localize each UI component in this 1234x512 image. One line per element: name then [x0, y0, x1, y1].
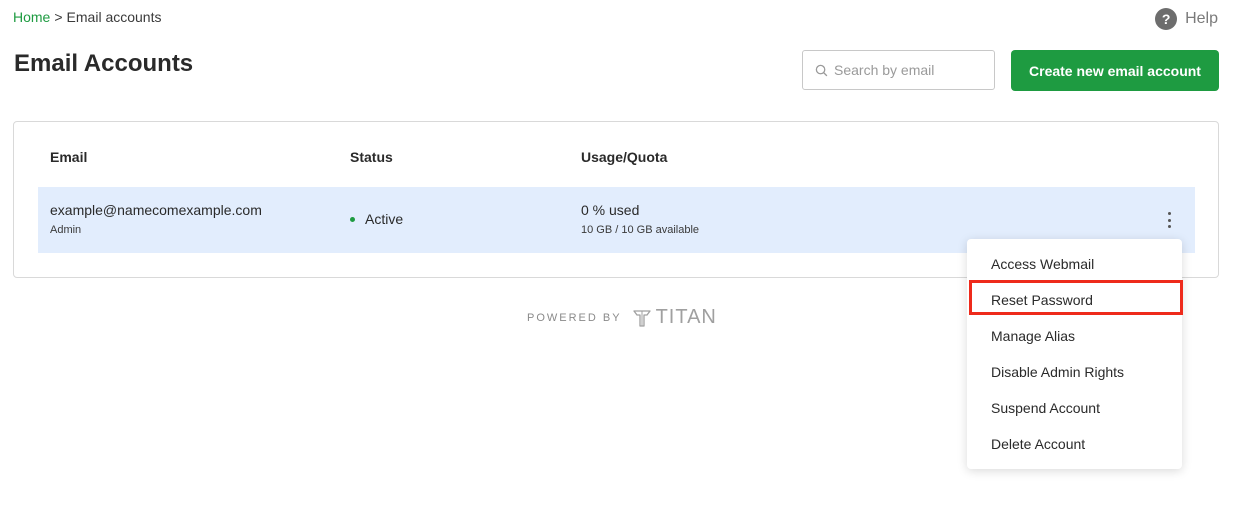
search-input[interactable]	[834, 62, 984, 78]
email-role: Admin	[50, 224, 82, 236]
titan-logo-icon	[632, 309, 651, 327]
status-label: Active	[365, 211, 404, 227]
usage-cell: 0 % used 10 GB / 10 GB available	[581, 202, 699, 236]
menu-item-reset-password[interactable]: Reset Password	[991, 292, 1093, 308]
powered-by-label: POWERED BY	[527, 311, 622, 324]
create-email-account-button[interactable]: Create new email account	[1011, 50, 1219, 91]
powered-by-footer: POWERED BY TITAN	[527, 306, 717, 329]
menu-item-access-webmail[interactable]: Access Webmail	[991, 256, 1094, 272]
column-header-status: Status	[350, 149, 393, 165]
titan-logo: TITAN	[632, 306, 717, 329]
status-dot-icon	[350, 216, 355, 222]
menu-item-delete-account[interactable]: Delete Account	[991, 436, 1085, 452]
breadcrumb-current: Email accounts	[66, 9, 162, 25]
page: Home > Email accounts ? Help Email Account…	[0, 0, 1234, 512]
breadcrumb-separator: >	[54, 9, 63, 25]
menu-item-disable-admin-rights[interactable]: Disable Admin Rights	[991, 364, 1124, 380]
breadcrumb: Home > Email accounts	[13, 9, 161, 25]
menu-item-suspend-account[interactable]: Suspend Account	[991, 400, 1100, 416]
help-icon: ?	[1155, 8, 1178, 30]
search-box[interactable]	[802, 50, 995, 90]
column-header-email: Email	[50, 149, 88, 165]
menu-item-manage-alias[interactable]: Manage Alias	[991, 328, 1075, 344]
usage-quota: 10 GB / 10 GB available	[581, 224, 700, 236]
search-icon	[815, 64, 828, 76]
row-actions-menu: Access Webmail Reset Password Manage Ali…	[967, 239, 1182, 469]
more-options-icon[interactable]	[1162, 209, 1176, 231]
column-header-usage: Usage/Quota	[581, 149, 668, 165]
status-cell: Active	[350, 211, 403, 227]
email-cell: example@namecomexample.com Admin	[50, 202, 262, 236]
help-button[interactable]: ? Help	[1155, 8, 1218, 30]
page-title: Email Accounts	[14, 50, 194, 77]
help-label: Help	[1185, 10, 1218, 27]
email-address: example@namecomexample.com	[50, 202, 262, 218]
breadcrumb-home-link[interactable]: Home	[13, 9, 50, 25]
titan-brand-text: TITAN	[655, 306, 717, 328]
usage-percent: 0 % used	[581, 202, 640, 218]
